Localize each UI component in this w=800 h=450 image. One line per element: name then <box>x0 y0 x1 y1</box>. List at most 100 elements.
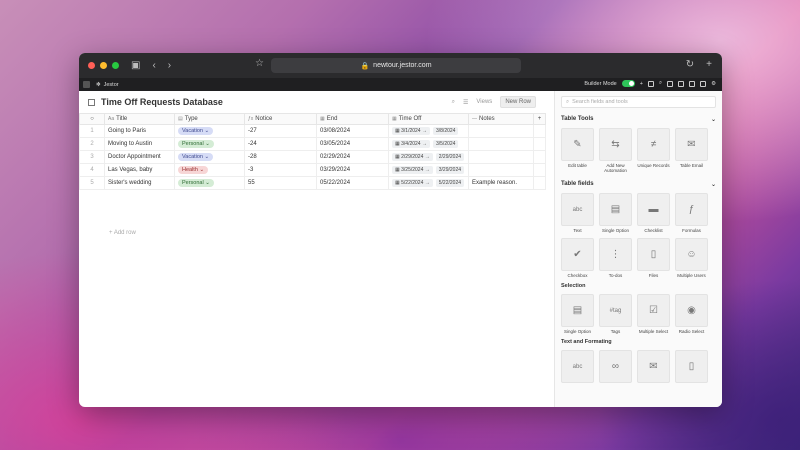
cell-end[interactable]: 02/29/2024 <box>316 150 389 164</box>
fields-search-input[interactable]: ⌕ Search fields and tools <box>561 96 716 108</box>
cell-notes[interactable] <box>468 124 534 138</box>
row-number[interactable]: 3 <box>79 150 105 164</box>
cell-end[interactable]: 05/22/2024 <box>316 176 389 190</box>
add-row-button[interactable]: + Add row <box>109 230 136 236</box>
cell-notes[interactable] <box>468 137 534 151</box>
column-header-notice[interactable]: ƒx Notice <box>244 113 317 125</box>
cell-notice[interactable]: 55 <box>244 176 317 190</box>
column-header-type[interactable]: ▤ Type <box>174 113 245 125</box>
cell-time-off[interactable]: ▦ 2/29/2024 → 2/29/2024 <box>388 150 469 164</box>
cell-notice[interactable]: -3 <box>244 163 317 177</box>
row-actions[interactable] <box>533 163 546 177</box>
tool-add-automation[interactable]: ⇆ Add New Automation <box>599 128 632 173</box>
reload-icon[interactable]: ↻ <box>686 59 694 70</box>
table-row[interactable]: 4 Las Vegas, baby Health ⌄ -3 03/29/2024 ▦ 3/… <box>79 163 546 177</box>
column-header-notes[interactable]: — Notes <box>468 113 534 125</box>
field-to-dos[interactable]: ⋮ To-dos <box>599 238 632 278</box>
address-bar[interactable]: 🔒 newtour.jestor.com <box>271 58 521 73</box>
column-header-end[interactable]: ▦ End <box>316 113 389 125</box>
builder-mode-toggle[interactable] <box>621 80 635 87</box>
add-column-button[interactable]: + <box>533 113 546 125</box>
cell-title[interactable]: Doctor Appointment <box>104 150 175 164</box>
tool-edit-table[interactable]: ✎ Edit table <box>561 128 594 173</box>
table-row[interactable]: 2 Moving to Austin Personal ⌄ -24 03/05/2024… <box>79 137 546 151</box>
notifications-icon[interactable] <box>700 80 707 87</box>
selection-tags[interactable]: #tag Tags <box>599 294 632 334</box>
chart-icon[interactable] <box>667 80 674 87</box>
cell-notes[interactable] <box>468 163 534 177</box>
row-actions[interactable] <box>533 150 546 164</box>
forward-icon[interactable]: › <box>168 60 171 71</box>
cell-end[interactable]: 03/29/2024 <box>316 163 389 177</box>
search-table-icon[interactable]: ⌕ <box>452 99 455 106</box>
cell-notice[interactable]: -27 <box>244 124 317 138</box>
format-phone[interactable]: ▯ <box>675 350 708 383</box>
field-checkbox[interactable]: ✔ Checkbox <box>561 238 594 278</box>
cell-type[interactable]: Personal ⌄ <box>174 137 245 151</box>
table-tools-header[interactable]: Table Tools ⌄ <box>561 116 716 123</box>
cell-notice[interactable]: -28 <box>244 150 317 164</box>
type-badge[interactable]: Health ⌄ <box>178 166 209 174</box>
row-number[interactable]: 1 <box>79 124 105 138</box>
cell-end[interactable]: 03/05/2024 <box>316 137 389 151</box>
row-number[interactable]: 4 <box>79 163 105 177</box>
cell-type[interactable]: Personal ⌄ <box>174 176 245 190</box>
cell-notes[interactable]: Example reason. <box>468 176 534 190</box>
cell-title[interactable]: Las Vegas, baby <box>104 163 175 177</box>
back-icon[interactable]: ‹ <box>152 60 155 71</box>
cell-notes[interactable] <box>468 150 534 164</box>
format-link[interactable]: ∞ <box>599 350 632 383</box>
row-actions[interactable] <box>533 137 546 151</box>
cell-title[interactable]: Sister's wedding <box>104 176 175 190</box>
views-button[interactable]: Views <box>476 99 492 105</box>
format-text[interactable]: abc <box>561 350 594 383</box>
cell-time-off[interactable]: ▦ 5/22/2024 → 5/22/2024 <box>388 176 469 190</box>
grid-icon[interactable] <box>678 80 685 87</box>
field-checklist[interactable]: ▬ Checklist <box>637 193 670 233</box>
filter-icon[interactable]: ☰ <box>463 99 468 106</box>
close-window-button[interactable] <box>88 62 95 69</box>
cell-title[interactable]: Moving to Austin <box>104 137 175 151</box>
table-row[interactable]: 1 Going to Paris Vacation ⌄ -27 03/08/2024 ▦ … <box>79 124 546 138</box>
type-badge[interactable]: Vacation ⌄ <box>178 153 214 161</box>
column-header-title[interactable]: Aa Title <box>104 113 175 125</box>
search-icon[interactable]: ⌕ <box>659 80 662 87</box>
settings-icon[interactable]: ⚙ <box>711 81 716 87</box>
select-all-checkbox[interactable]: ○ <box>79 113 105 125</box>
cell-time-off[interactable]: ▦ 3/25/2024 → 3/29/2024 <box>388 163 469 177</box>
cell-type[interactable]: Vacation ⌄ <box>174 150 245 164</box>
row-number[interactable]: 2 <box>79 137 105 151</box>
cell-notice[interactable]: -24 <box>244 137 317 151</box>
table-row[interactable]: 3 Doctor Appointment Vacation ⌄ -28 02/29/20… <box>79 150 546 164</box>
sidebar-toggle-icon[interactable]: ▣ <box>131 60 140 71</box>
cell-title[interactable]: Going to Paris <box>104 124 175 138</box>
selection-radio-select[interactable]: ◉ Radio Select <box>675 294 708 334</box>
bookmark-star-icon[interactable]: ☆ <box>255 58 264 69</box>
tool-table-email[interactable]: ✉ Table Email <box>675 128 708 173</box>
new-row-button[interactable]: New Row <box>500 96 536 108</box>
field-text[interactable]: abc Text <box>561 193 594 233</box>
cell-type[interactable]: Health ⌄ <box>174 163 245 177</box>
minimize-window-button[interactable] <box>100 62 107 69</box>
new-tab-icon[interactable]: + <box>706 59 712 70</box>
row-actions[interactable] <box>533 124 546 138</box>
add-icon[interactable]: + <box>640 81 643 87</box>
maximize-window-button[interactable] <box>112 62 119 69</box>
type-badge[interactable]: Vacation ⌄ <box>178 127 214 135</box>
apps-icon[interactable] <box>647 80 654 87</box>
table-fields-header[interactable]: Table fields ⌄ <box>561 181 716 188</box>
cell-time-off[interactable]: ▦ 3/4/2024 → 3/5/2024 <box>388 137 469 151</box>
field-single-option[interactable]: ▤ Single Option <box>599 193 632 233</box>
tool-unique-records[interactable]: ≠ Unique Records <box>637 128 670 173</box>
field-formulas[interactable]: ƒ Formulas <box>675 193 708 233</box>
field-files[interactable]: ▯ Files <box>637 238 670 278</box>
cell-time-off[interactable]: ▦ 3/1/2024 → 3/8/2024 <box>388 124 469 138</box>
selection-multiple-select[interactable]: ☑ Multiple Select <box>637 294 670 334</box>
row-number[interactable]: 5 <box>79 176 105 190</box>
cell-end[interactable]: 03/08/2024 <box>316 124 389 138</box>
type-badge[interactable]: Personal ⌄ <box>178 179 214 187</box>
type-badge[interactable]: Personal ⌄ <box>178 140 214 148</box>
row-actions[interactable] <box>533 176 546 190</box>
cell-type[interactable]: Vacation ⌄ <box>174 124 245 138</box>
column-header-time-off[interactable]: ▦ Time Off <box>388 113 469 125</box>
